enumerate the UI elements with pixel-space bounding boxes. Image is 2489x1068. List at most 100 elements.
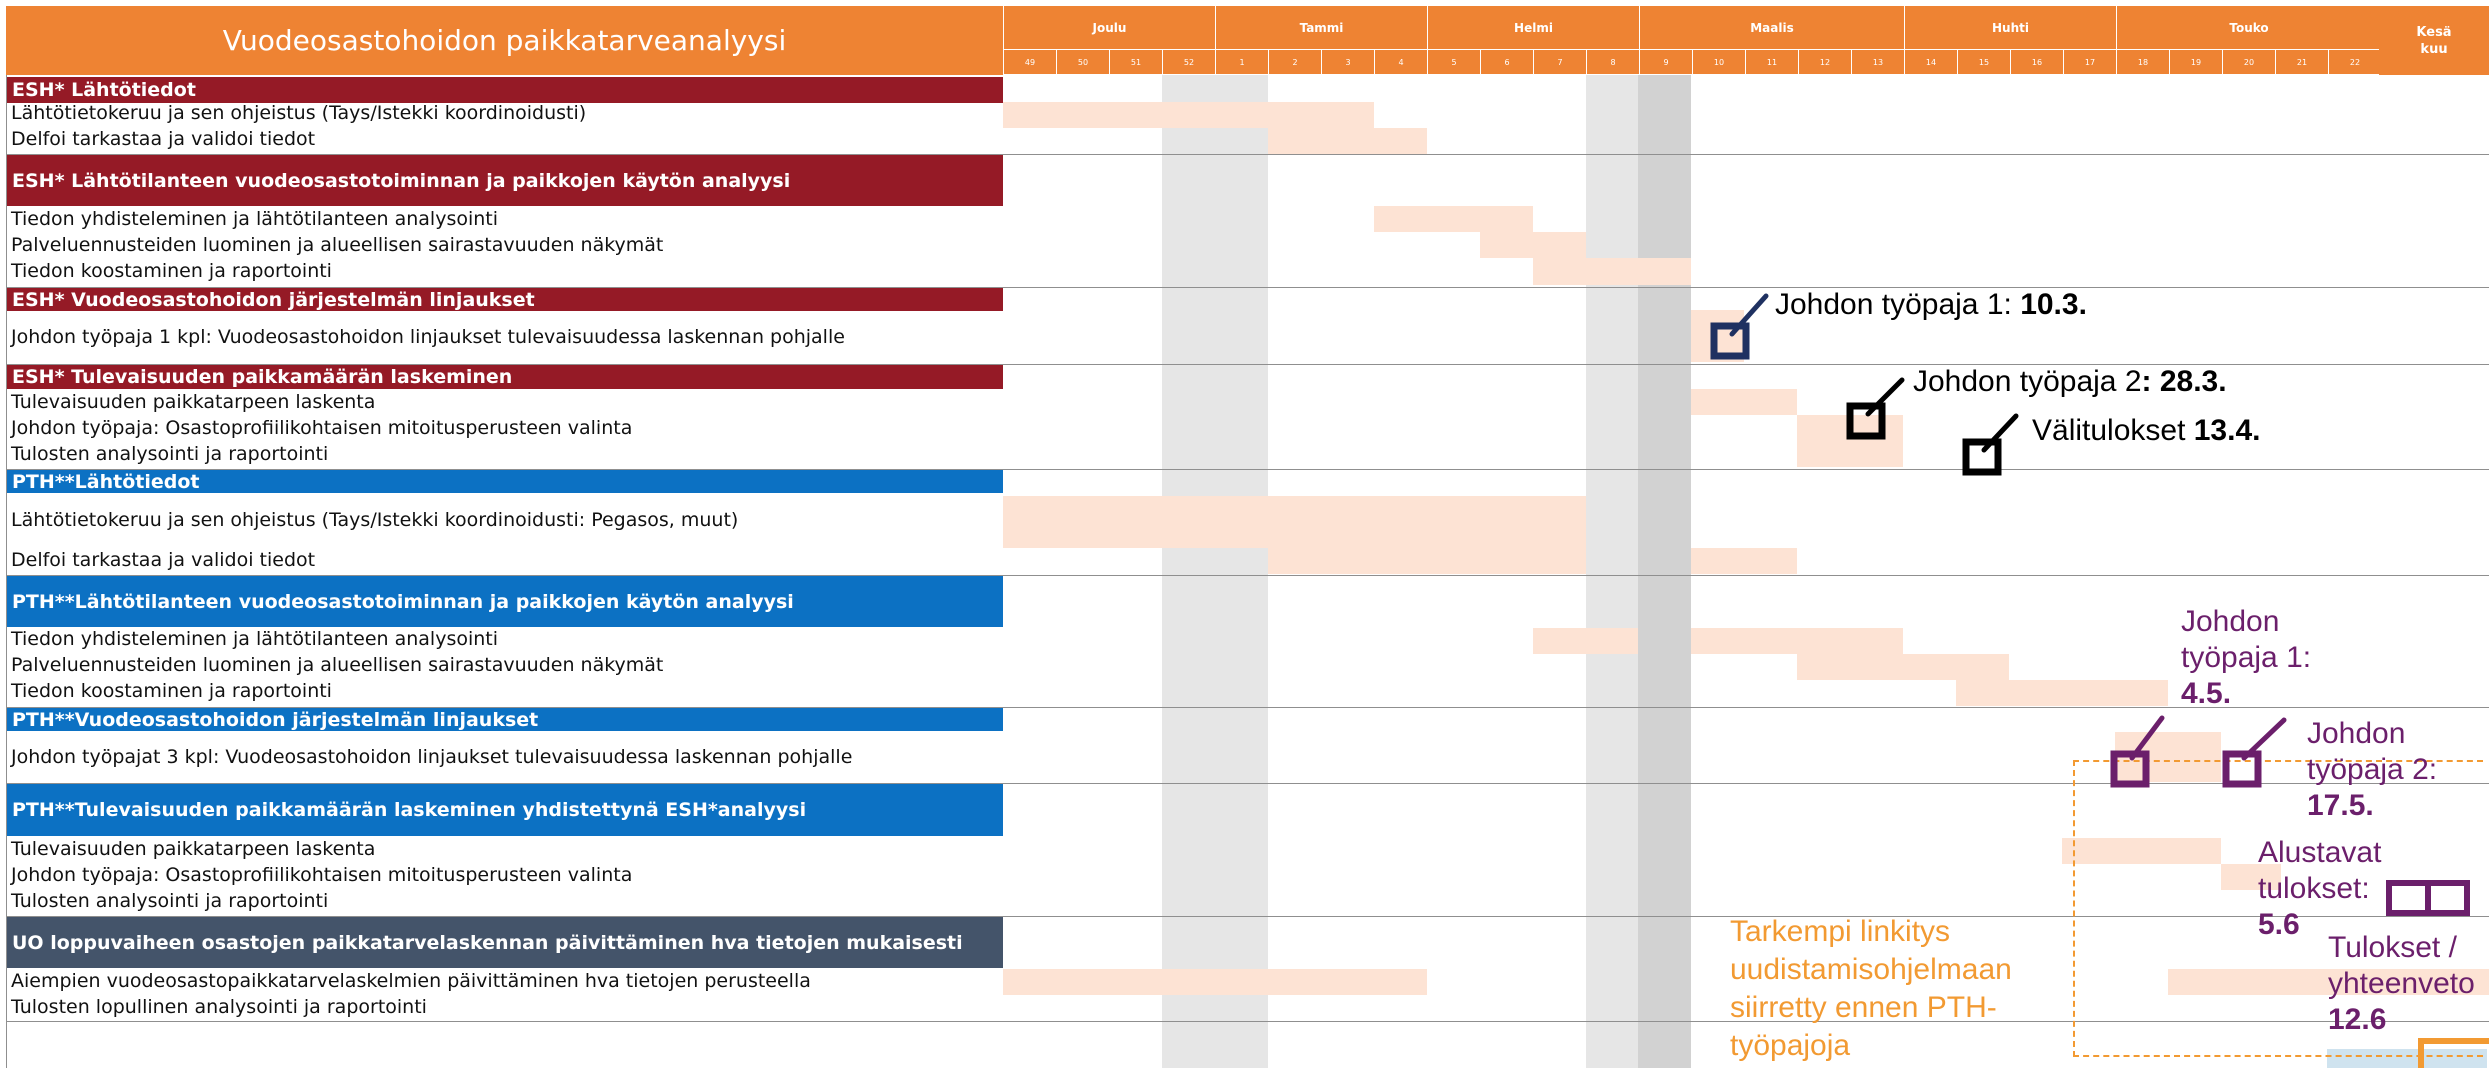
checkbox-icon — [2222, 717, 2287, 788]
week-header: 5 — [1427, 50, 1480, 74]
week-header: 14 — [1904, 50, 1957, 74]
month-header: Helmi — [1427, 6, 1639, 49]
milestone-tulokset-yhteenveto: Tulokset / yhteenveto 12.6 — [2328, 931, 2475, 1036]
holiday-band — [1162, 75, 1268, 1068]
section-esh-laskeminen: ESH* Tulevaisuuden paikkamäärän laskemin… — [6, 365, 1003, 389]
week-header: 18 — [2116, 50, 2169, 74]
gantt-bar — [1691, 548, 1797, 574]
week-header: 7 — [1533, 50, 1586, 74]
milestone-pth-tyopaja-1: Johdon työpaja 1: 4.5. — [2181, 605, 2312, 710]
task-label: Aiempien vuodeosastopaikkatarvelaskelmie… — [11, 970, 811, 992]
section-pth-laskeminen: PTH**Tulevaisuuden paikkamäärän laskemin… — [6, 784, 1003, 836]
week-header: 49 — [1003, 50, 1056, 74]
week-header: 21 — [2275, 50, 2328, 74]
gantt-bar — [1003, 102, 1374, 128]
table-left-border — [6, 75, 7, 1068]
gantt-bar — [1268, 128, 1427, 154]
checkbox-icon — [1846, 377, 1905, 440]
section-pth-lahtotiedot: PTH**Lähtötiedot — [6, 470, 1003, 493]
milestone-alustavat-tulokset: Alustavat tulokset: 5.6 — [2258, 836, 2382, 941]
week-header: 4 — [1374, 50, 1427, 74]
note-text: Tarkempi linkitys uudistamisohjelmaan si… — [1730, 915, 2012, 1062]
row-divider — [6, 154, 2489, 155]
task-label: Lähtötietokeruu ja sen ohjeistus (Tays/I… — [11, 509, 739, 531]
task-label: Delfoi tarkastaa ja validoi tiedot — [11, 549, 316, 571]
week-header: 52 — [1162, 50, 1215, 74]
double-checkbox-icon — [2386, 880, 2470, 916]
milestone-johdon-tyopaja-1: Johdon työpaja 1: 10.3. — [1775, 288, 2087, 321]
month-header: Touko — [2116, 6, 2381, 49]
section-pth-analyysi: PTH**Lähtötilanteen vuodeosastotoiminnan… — [6, 576, 1003, 627]
task-label: Tiedon yhdisteleminen ja lähtötilanteen … — [11, 628, 499, 650]
holiday-band — [1638, 75, 1691, 1068]
month-header: Tammi — [1215, 6, 1427, 49]
checkbox-icon — [2110, 715, 2165, 788]
gantt-bar — [1480, 232, 1586, 258]
gantt-bar — [1533, 628, 1638, 654]
gantt-bar — [1003, 969, 1427, 995]
gantt-bar — [1956, 680, 2168, 706]
task-label: Delfoi tarkastaa ja validoi tiedot — [11, 128, 316, 150]
task-label: Palveluennusteiden luominen ja alueellis… — [11, 234, 664, 256]
checkbox-icon — [1962, 413, 2019, 476]
week-header: 22 — [2328, 50, 2381, 74]
task-label: Johdon työpajat 3 kpl: Vuodeosastohoidon… — [11, 746, 853, 768]
task-label: Johdon työpaja: Osastoprofiilikohtaisen … — [11, 864, 633, 886]
milestone-johdon-tyopaja-2: Johdon työpaja 2: 28.3. — [1913, 365, 2227, 398]
month-header: Joulu — [1003, 6, 1215, 49]
task-label: Tulevaisuuden paikkatarpeen laskenta — [11, 838, 376, 860]
task-label: Tulosten analysointi ja raportointi — [11, 443, 329, 465]
gantt-bar — [1691, 628, 1903, 654]
task-label: Johdon työpaja 1 kpl: Vuodeosastohoidon … — [11, 326, 845, 348]
gantt-bar — [1903, 654, 2009, 680]
milestone-pth-tyopaja-2: Johdon työpaja 2: 17.5. — [2307, 717, 2438, 822]
task-label: Tulevaisuuden paikkatarpeen laskenta — [11, 391, 376, 413]
task-label: Tulosten lopullinen analysointi ja rapor… — [11, 996, 427, 1018]
month-header-kesakuu: Kesä kuu — [2378, 6, 2489, 75]
week-header: 8 — [1586, 50, 1639, 74]
week-header: 15 — [1957, 50, 2010, 74]
task-label: Tulosten analysointi ja raportointi — [11, 890, 329, 912]
gantt-bar — [1691, 389, 1797, 415]
week-header: 20 — [2222, 50, 2275, 74]
gantt-chart: Vuodeosastohoidon paikkatarveanalyysi Ke… — [0, 0, 2489, 1068]
gantt-bar — [1797, 654, 1903, 680]
task-label: Johdon työpaja: Osastoprofiilikohtaisen … — [11, 417, 633, 439]
row-divider — [6, 287, 2489, 288]
checkbox-icon — [1710, 293, 1769, 360]
section-esh-linjaukset: ESH* Vuodeosastohoidon järjestelmän linj… — [6, 288, 1003, 311]
section-uo: UO loppuvaiheen osastojen paikkatarvelas… — [6, 917, 1003, 968]
month-header: Maalis — [1639, 6, 1904, 49]
week-header: 11 — [1745, 50, 1798, 74]
week-header: 16 — [2010, 50, 2063, 74]
week-header: 6 — [1480, 50, 1533, 74]
row-divider — [6, 469, 2489, 470]
week-header: 13 — [1851, 50, 1904, 74]
task-label: Palveluennusteiden luominen ja alueellis… — [11, 654, 664, 676]
week-header: 19 — [2169, 50, 2222, 74]
month-header: Huhti — [1904, 6, 2116, 49]
task-label: Tiedon koostaminen ja raportointi — [11, 260, 332, 282]
week-header: 17 — [2063, 50, 2116, 74]
gantt-bar — [1374, 206, 1533, 232]
week-header: 9 — [1639, 50, 1692, 74]
week-header: 10 — [1692, 50, 1745, 74]
section-esh-lahtotiedot: ESH* Lähtötiedot — [6, 77, 1003, 103]
gantt-bar — [1533, 258, 1691, 285]
checkbox-icon — [2418, 1038, 2489, 1068]
task-label: Tiedon yhdisteleminen ja lähtötilanteen … — [11, 208, 499, 230]
gantt-bar — [1268, 548, 1586, 574]
row-divider — [6, 707, 2489, 708]
section-esh-analyysi: ESH* Lähtötilanteen vuodeosastotoiminnan… — [6, 155, 1003, 206]
milestone-valitulokset: Välitulokset 13.4. — [2032, 414, 2261, 447]
holiday-band — [1586, 75, 1638, 1068]
task-label: Lähtötietokeruu ja sen ohjeistus (Tays/I… — [11, 102, 587, 124]
week-header: 3 — [1321, 50, 1374, 74]
section-pth-linjaukset: PTH**Vuodeosastohoidon järjestelmän linj… — [6, 708, 1003, 731]
gantt-bar — [1003, 496, 1586, 548]
week-header: 2 — [1268, 50, 1321, 74]
task-label: Tiedon koostaminen ja raportointi — [11, 680, 332, 702]
row-divider — [6, 575, 2489, 576]
page-title: Vuodeosastohoidon paikkatarveanalyysi — [6, 6, 1003, 75]
week-header: 50 — [1056, 50, 1109, 74]
